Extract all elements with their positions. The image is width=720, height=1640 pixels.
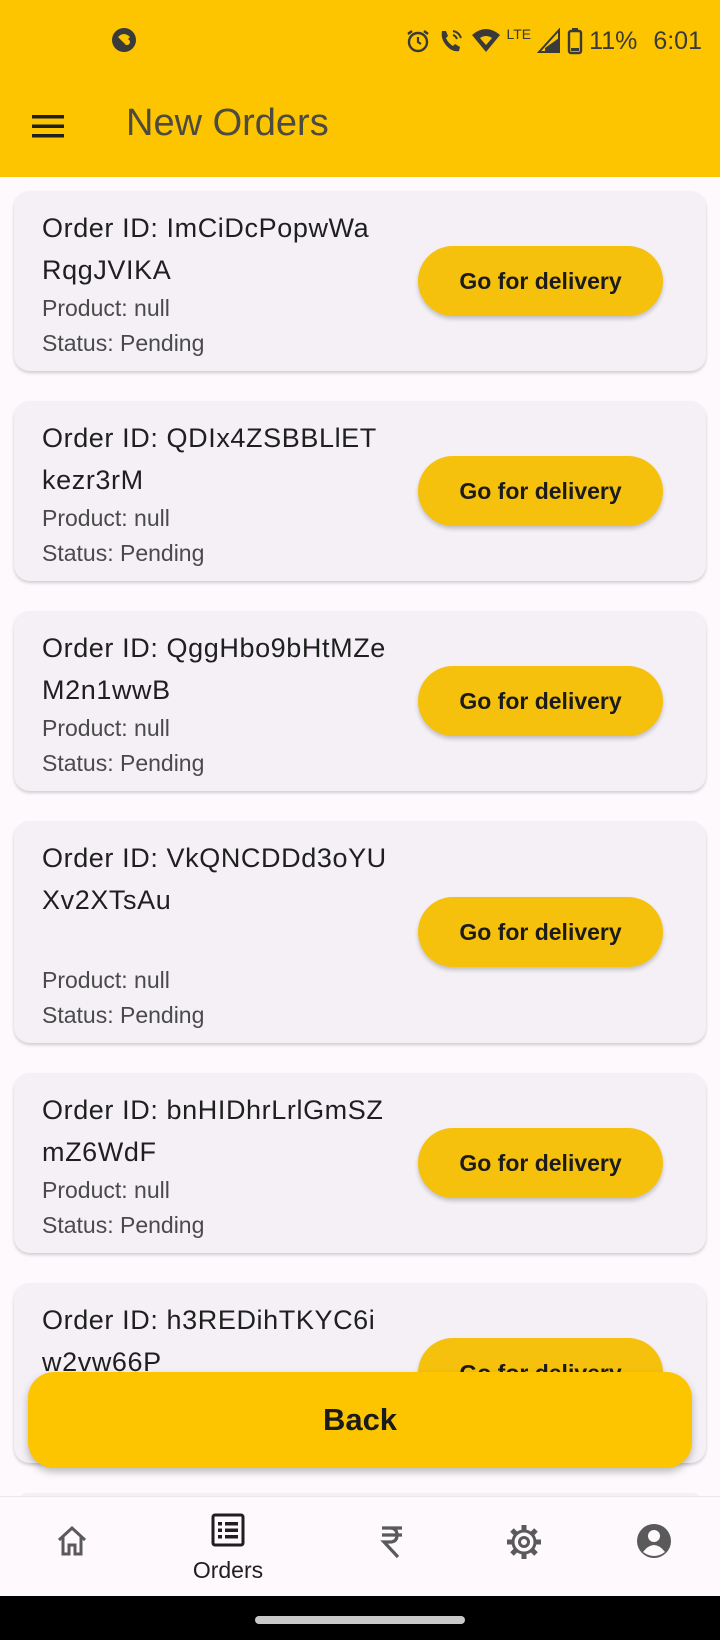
order-id: Order ID: h3REDihTKYC6iw2vw66P [42, 1305, 376, 1377]
gear-icon [507, 1525, 541, 1559]
nav-item-orders[interactable]: Orders [156, 1497, 300, 1597]
home-icon [57, 1525, 87, 1556]
signal-icon [537, 28, 561, 53]
nav-item-home[interactable] [0, 1497, 144, 1597]
list-icon [211, 1513, 245, 1547]
rupee-icon [380, 1526, 402, 1559]
order-status: Status: Pending [42, 750, 205, 776]
nav-item-settings[interactable] [452, 1497, 596, 1597]
battery-percent: 11% [589, 26, 638, 55]
nav-item-earnings[interactable] [320, 1497, 464, 1597]
order-card: Order ID: bnHIDhrLrlGmSZmZ6WdF Product: … [14, 1073, 706, 1253]
system-navigation-bar [0, 1596, 720, 1640]
order-card: Order ID: ImCiDcPopwWaRqgJVIKA Product: … [14, 191, 706, 371]
clock-time: 6:01 [653, 26, 702, 55]
home-gesture-handle[interactable] [255, 1616, 465, 1624]
order-status: Status: Pending [42, 330, 205, 356]
order-card: Order ID: VkQNCDDd3oYUXv2XTsAu Product: … [14, 821, 706, 1043]
nav-label-orders: Orders [192, 1557, 264, 1583]
go-for-delivery-button[interactable]: Go for delivery [418, 246, 663, 316]
app-bar: LTE 11% 6:01 New Orders [0, 0, 720, 177]
status-bar: LTE 11% 6:01 [0, 0, 720, 80]
go-for-delivery-button[interactable]: Go for delivery [418, 1128, 663, 1198]
order-id: Order ID: bnHIDhrLrlGmSZmZ6WdF [42, 1095, 384, 1167]
network-type-label: LTE [506, 26, 532, 42]
hamburger-menu-icon[interactable] [28, 106, 68, 146]
order-product: Product: null [42, 715, 170, 741]
app-notification-icon [112, 28, 136, 52]
go-for-delivery-button[interactable]: Go for delivery [418, 456, 663, 526]
bottom-navigation: Orders [0, 1496, 720, 1597]
alarm-icon [406, 30, 429, 53]
wifi-icon [471, 29, 500, 52]
order-id: Order ID: QggHbo9bHtMZeM2n1wwB [42, 633, 386, 705]
order-card: Order ID: QDIx4ZSBBLlETkezr3rM Product: … [14, 401, 706, 581]
go-for-delivery-button[interactable]: Go for delivery [418, 897, 663, 967]
order-product: Product: null [42, 295, 170, 321]
back-button[interactable]: Back [28, 1372, 692, 1468]
page-title: New Orders [126, 102, 329, 144]
order-status: Status: Pending [42, 1212, 205, 1238]
order-product: Product: null [42, 505, 170, 531]
battery-icon [567, 28, 583, 55]
order-id: Order ID: VkQNCDDd3oYUXv2XTsAu [42, 843, 387, 915]
order-id: Order ID: QDIx4ZSBBLlETkezr3rM [42, 423, 377, 495]
account-icon [637, 1524, 671, 1558]
wifi-call-icon [441, 30, 462, 52]
go-for-delivery-button[interactable]: Go for delivery [418, 666, 663, 736]
order-status: Status: Pending [42, 540, 205, 566]
order-card: Order ID: QggHbo9bHtMZeM2n1wwB Product: … [14, 611, 706, 791]
order-status: Status: Pending [42, 1002, 205, 1028]
order-id: Order ID: ImCiDcPopwWaRqgJVIKA [42, 213, 370, 285]
order-product: Product: null [42, 967, 170, 993]
nav-item-profile[interactable] [582, 1497, 720, 1597]
order-product: Product: null [42, 1177, 170, 1203]
